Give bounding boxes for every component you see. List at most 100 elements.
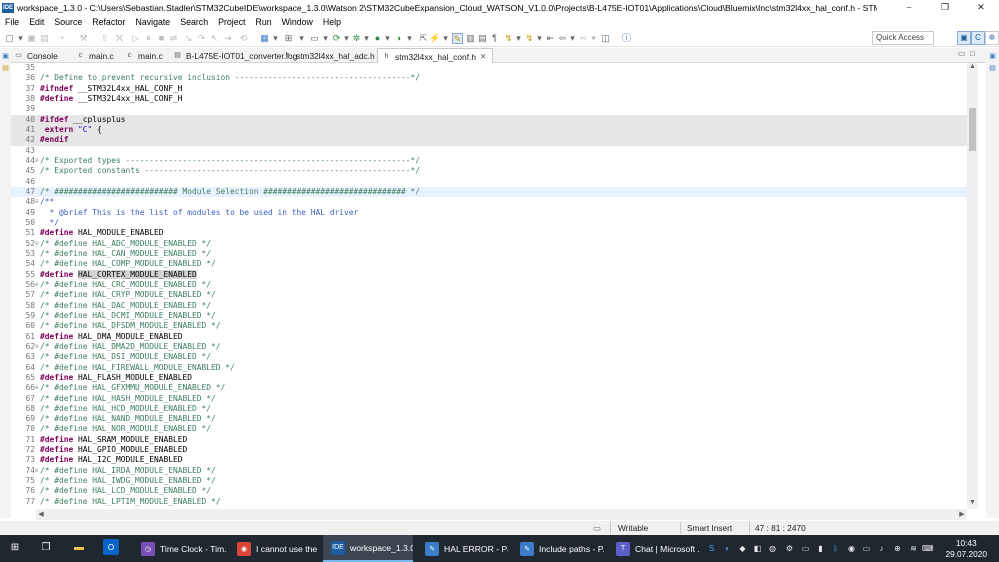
- code-line[interactable]: 47 /* ########################## Module S…: [11, 186, 967, 198]
- tray-chat-icon[interactable]: ◉: [846, 543, 857, 554]
- maximize-editor-icon[interactable]: □: [970, 49, 975, 58]
- tab-console[interactable]: ▭ Console: [14, 48, 58, 63]
- code-line[interactable]: 76 /* #define HAL_LCD_MODULE_ENABLED */: [11, 486, 967, 496]
- scroll-left-icon[interactable]: ◀: [36, 509, 46, 520]
- code-line[interactable]: 57 /* #define HAL_CRYP_MODULE_ENABLED */: [11, 290, 967, 300]
- code-line[interactable]: 52 ⊖/* #define HAL_ADC_MODULE_ENABLED */: [11, 239, 967, 249]
- tray-monitor-icon[interactable]: ▭: [800, 543, 811, 554]
- minimize-editor-icon[interactable]: ▭: [958, 49, 966, 58]
- outlook-icon[interactable]: O: [103, 539, 119, 555]
- pilcrow-icon[interactable]: ¶: [489, 33, 500, 44]
- code-line[interactable]: 68 /* #define HAL_HCD_MODULE_ENABLED */: [11, 404, 967, 414]
- menu-source[interactable]: Source: [49, 17, 87, 27]
- tab-hal-conf-h[interactable]: h stm32l4xx_hal_conf.h ✕: [377, 48, 494, 64]
- save-all-icon[interactable]: ▤: [39, 33, 50, 44]
- ime-icon[interactable]: ⌨: [922, 543, 934, 554]
- project-explorer-icon[interactable]: ▤: [1, 64, 10, 73]
- task-view-icon[interactable]: ❐: [38, 539, 54, 555]
- bluetooth-icon[interactable]: ᛒ: [830, 543, 841, 554]
- code-line[interactable]: 54 /* #define HAL_COMP_MODULE_ENABLED */: [11, 259, 967, 269]
- tab-converter-log[interactable]: ▤ B-L475E-IOT01_converter.log: [173, 48, 297, 63]
- dropdown-icon[interactable]: ▾: [534, 33, 545, 44]
- code-line[interactable]: 39: [11, 104, 967, 114]
- save-icon[interactable]: ▣: [26, 33, 37, 44]
- minimize-button[interactable]: ⎯: [891, 0, 927, 15]
- tray-dropbox-icon[interactable]: ◆: [737, 543, 748, 554]
- code-line[interactable]: 69 /* #define HAL_NAND_MODULE_ENABLED */: [11, 414, 967, 424]
- language-icon[interactable]: ⊕: [892, 543, 903, 554]
- step-over-icon[interactable]: ↷: [196, 33, 207, 44]
- build-targets-icon[interactable]: ▤: [988, 64, 997, 73]
- open-perspective-icon[interactable]: ▣: [957, 31, 971, 45]
- code-line[interactable]: 73 #define HAL_I2C_MODULE_ENABLED: [11, 455, 967, 465]
- menu-refactor[interactable]: Refactor: [87, 17, 130, 27]
- tray-globe-icon[interactable]: ◍: [767, 543, 778, 554]
- code-line[interactable]: 42 #endif: [11, 135, 967, 146]
- speaker-icon[interactable]: ♪: [876, 543, 887, 554]
- restore-view-icon[interactable]: ▣: [1, 52, 10, 61]
- code-line[interactable]: 36 /* Define to prevent recursive inclusi…: [11, 73, 967, 83]
- open-type-icon[interactable]: ⇪: [99, 33, 110, 44]
- code-line[interactable]: 77 /* #define HAL_LPTIM_MODULE_ENABLED */: [11, 497, 967, 507]
- system-clock[interactable]: 10:43 29.07.2020: [945, 538, 987, 560]
- taskbar-app-button[interactable]: ◉ I cannot use the ...: [229, 535, 319, 562]
- dropdown-icon[interactable]: ▾: [320, 33, 331, 44]
- code-line[interactable]: 59 /* #define HAL_DCMI_MODULE_ENABLED */: [11, 311, 967, 321]
- taskbar-app-button[interactable]: ✎ Include paths - P...: [512, 535, 604, 562]
- scroll-right-icon[interactable]: ▶: [957, 509, 967, 520]
- code-line[interactable]: 40 #ifdef __cplusplus: [11, 114, 967, 125]
- code-line[interactable]: 37 #ifndef __STM32L4xx_HAL_CONF_H: [11, 84, 967, 94]
- code-line[interactable]: 45 /* Exported constants ----------------…: [11, 166, 967, 176]
- menu-window[interactable]: Window: [277, 17, 318, 27]
- dropdown-icon[interactable]: ▾: [588, 33, 599, 44]
- dropdown-icon[interactable]: ▾: [440, 33, 451, 44]
- menu-file[interactable]: File: [0, 17, 24, 27]
- new-folder-icon[interactable]: ▭: [309, 33, 320, 44]
- cpp-perspective-icon[interactable]: C: [971, 31, 985, 45]
- show-whitespace-icon[interactable]: ▤: [477, 33, 488, 44]
- menu-run[interactable]: Run: [250, 17, 276, 27]
- taskbar-app-button[interactable]: T Chat | Microsoft ...: [608, 535, 700, 562]
- code-line[interactable]: 66 ⊖/* #define HAL_GFXMMU_MODULE_ENABLED …: [11, 383, 967, 393]
- tab-hal-adc-h[interactable]: h stm32l4xx_hal_adc.h: [283, 48, 375, 63]
- code-line[interactable]: 70 /* #define HAL_NOR_MODULE_ENABLED */: [11, 424, 967, 434]
- scroll-down-icon[interactable]: ▼: [967, 499, 978, 509]
- code-line[interactable]: 58 /* #define HAL_DAC_MODULE_ENABLED */: [11, 301, 967, 311]
- code-line[interactable]: 56 ⊖/* #define HAL_CRC_MODULE_ENABLED */: [11, 280, 967, 290]
- tray-settings-icon[interactable]: ⚙: [784, 543, 795, 554]
- dropdown-icon[interactable]: ▾: [404, 33, 415, 44]
- windows-start-icon[interactable]: ⊞: [7, 539, 23, 555]
- taskbar-app-button[interactable]: ◷ Time Clock - Tim...: [133, 535, 226, 562]
- scrollbar-thumb[interactable]: [969, 108, 976, 151]
- dropdown-icon[interactable]: ▾: [15, 33, 26, 44]
- code-line[interactable]: 60 /* #define HAL_DFSDM_MODULE_ENABLED */: [11, 321, 967, 331]
- status-insert-mode[interactable]: Smart Insert: [687, 523, 732, 533]
- vertical-scrollbar[interactable]: ▲ ▼: [967, 63, 978, 509]
- debug-perspective-icon[interactable]: ✲: [985, 31, 999, 45]
- tray-sync-icon[interactable]: ◐: [722, 543, 733, 554]
- code-line[interactable]: 53 /* #define HAL_CAN_MODULE_ENABLED */: [11, 249, 967, 259]
- menu-edit[interactable]: Edit: [24, 17, 49, 27]
- scroll-up-icon[interactable]: ▲: [967, 63, 978, 73]
- wifi-icon[interactable]: ≋: [908, 543, 919, 554]
- code-line[interactable]: 44 ⊖/* Exported types -------------------…: [11, 156, 967, 166]
- code-line[interactable]: 71 #define HAL_SRAM_MODULE_ENABLED: [11, 435, 967, 445]
- dropdown-icon[interactable]: ▾: [270, 33, 281, 44]
- dropdown-icon[interactable]: ▾: [513, 33, 524, 44]
- tray-toggle-icon[interactable]: ▭: [861, 543, 872, 554]
- new-file-icon[interactable]: ▢: [4, 33, 15, 44]
- code-line[interactable]: 43: [11, 146, 967, 156]
- code-line[interactable]: 41 extern "C" {: [11, 124, 967, 136]
- tray-app-icon[interactable]: S: [706, 543, 717, 554]
- code-line[interactable]: 48 ⊖/**: [11, 197, 967, 207]
- code-line[interactable]: 64 /* #define HAL_FIREWALL_MODULE_ENABLED…: [11, 363, 967, 373]
- code-line[interactable]: 35: [11, 63, 967, 73]
- dropdown-icon[interactable]: ▾: [296, 33, 307, 44]
- terminate-icon[interactable]: ■: [156, 33, 167, 44]
- tab-main-c-1[interactable]: c main.c: [76, 48, 114, 63]
- taskbar-app-button[interactable]: ✎ HAL ERROR - Paint: [417, 535, 508, 562]
- menu-search[interactable]: Search: [175, 17, 213, 27]
- mark-occurrences-icon[interactable]: ✎: [452, 33, 463, 44]
- code-line[interactable]: 61 #define HAL_DMA_MODULE_ENABLED: [11, 332, 967, 342]
- restore-button[interactable]: ❐: [927, 0, 963, 15]
